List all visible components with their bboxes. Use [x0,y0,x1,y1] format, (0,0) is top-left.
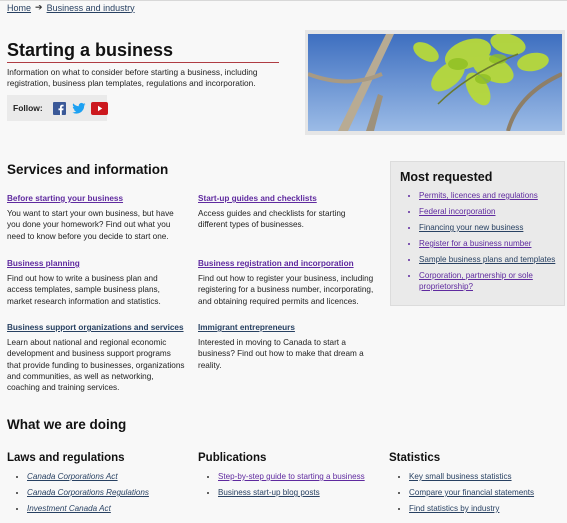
laws-heading: Laws and regulations [7,452,125,464]
list-item: Register for a business number [419,238,567,249]
statistics-link[interactable]: Find statistics by industry [409,504,499,513]
what-we-are-doing-heading: What we are doing [7,417,127,432]
breadcrumb-home-link[interactable]: Home [7,3,31,13]
laws-list: Canada Corporations Act Canada Corporati… [7,471,197,519]
service-link-startup-guides[interactable]: Start-up guides and checklists [198,194,317,203]
list-item: Find statistics by industry [409,503,567,514]
most-requested-link[interactable]: Register for a business number [419,239,531,248]
service-desc-startup-guides: Access guides and checklists for startin… [198,209,346,230]
service-link-immigrant[interactable]: Immigrant entrepreneurs [198,323,295,332]
list-item: Federal incorporation [419,206,567,217]
publication-link[interactable]: Business start-up blog posts [218,488,320,497]
most-requested-link[interactable]: Federal incorporation [419,207,495,216]
list-item: Step-by-step guide to starting a busines… [218,471,398,482]
twitter-icon[interactable] [72,102,86,115]
law-link[interactable]: Investment Canada Act [27,504,111,513]
service-desc-support-orgs: Learn about national and regional econom… [7,338,185,393]
follow-label: Follow: [13,103,43,113]
top-divider [0,0,567,1]
list-item: Permits, licences and regulations [419,190,567,201]
follow-box: Follow: [7,95,108,121]
most-requested-link[interactable]: Corporation, partnership or sole proprie… [419,271,533,291]
hero-image [305,30,565,135]
most-requested-link[interactable]: Permits, licences and regulations [419,191,538,200]
statistics-heading: Statistics [389,452,441,464]
tree-leaves-photo [308,34,562,131]
service-link-registration[interactable]: Business registration and incorporation [198,259,354,268]
service-link-support-orgs[interactable]: Business support organizations and servi… [7,323,184,332]
statistics-link[interactable]: Key small business statistics [409,472,512,481]
breadcrumb-business-link[interactable]: Business and industry [47,3,135,13]
service-link-business-planning[interactable]: Business planning [7,259,80,268]
law-link[interactable]: Canada Corporations Regulations [27,488,149,497]
publications-heading: Publications [198,452,267,464]
page-title: Starting a business [7,40,174,60]
service-desc-before-starting: You want to start your own business, but… [7,209,174,241]
most-requested-heading: Most requested [400,170,493,184]
most-requested-link[interactable]: Sample business plans and templates [419,255,555,264]
list-item: Canada Corporations Act [27,471,197,482]
statistics-list: Key small business statistics Compare yo… [389,471,567,519]
list-item: Canada Corporations Regulations [27,487,197,498]
page-intro: Information on what to consider before s… [7,67,258,88]
list-item: Financing your new business [419,222,567,233]
facebook-icon[interactable] [52,101,66,115]
statistics-link[interactable]: Compare your financial statements [409,488,534,497]
youtube-icon[interactable] [90,101,108,115]
publication-link[interactable]: Step-by-step guide to starting a busines… [218,472,365,481]
publications-list: Step-by-step guide to starting a busines… [198,471,398,503]
list-item: Compare your financial statements [409,487,567,498]
list-item: Sample business plans and templates [419,254,567,265]
list-item: Business start-up blog posts [218,487,398,498]
service-desc-registration: Find out how to register your business, … [198,274,374,306]
most-requested-list: Permits, licences and regulations Federa… [399,190,567,297]
breadcrumb-arrow-icon: ➔ [35,2,43,12]
list-item: Corporation, partnership or sole proprie… [419,270,567,292]
breadcrumb: Home ➔ Business and industry [7,2,135,13]
list-item: Investment Canada Act [27,503,197,514]
services-heading: Services and information [7,162,169,177]
list-item: Key small business statistics [409,471,567,482]
law-link[interactable]: Canada Corporations Act [27,472,118,481]
service-desc-immigrant: Interested in moving to Canada to start … [198,338,364,370]
title-underline [7,62,279,63]
most-requested-link[interactable]: Financing your new business [419,223,523,232]
service-link-before-starting[interactable]: Before starting your business [7,194,123,203]
service-desc-business-planning: Find out how to write a business plan an… [7,274,161,306]
most-requested-panel: Most requested Permits, licences and reg… [390,161,565,306]
